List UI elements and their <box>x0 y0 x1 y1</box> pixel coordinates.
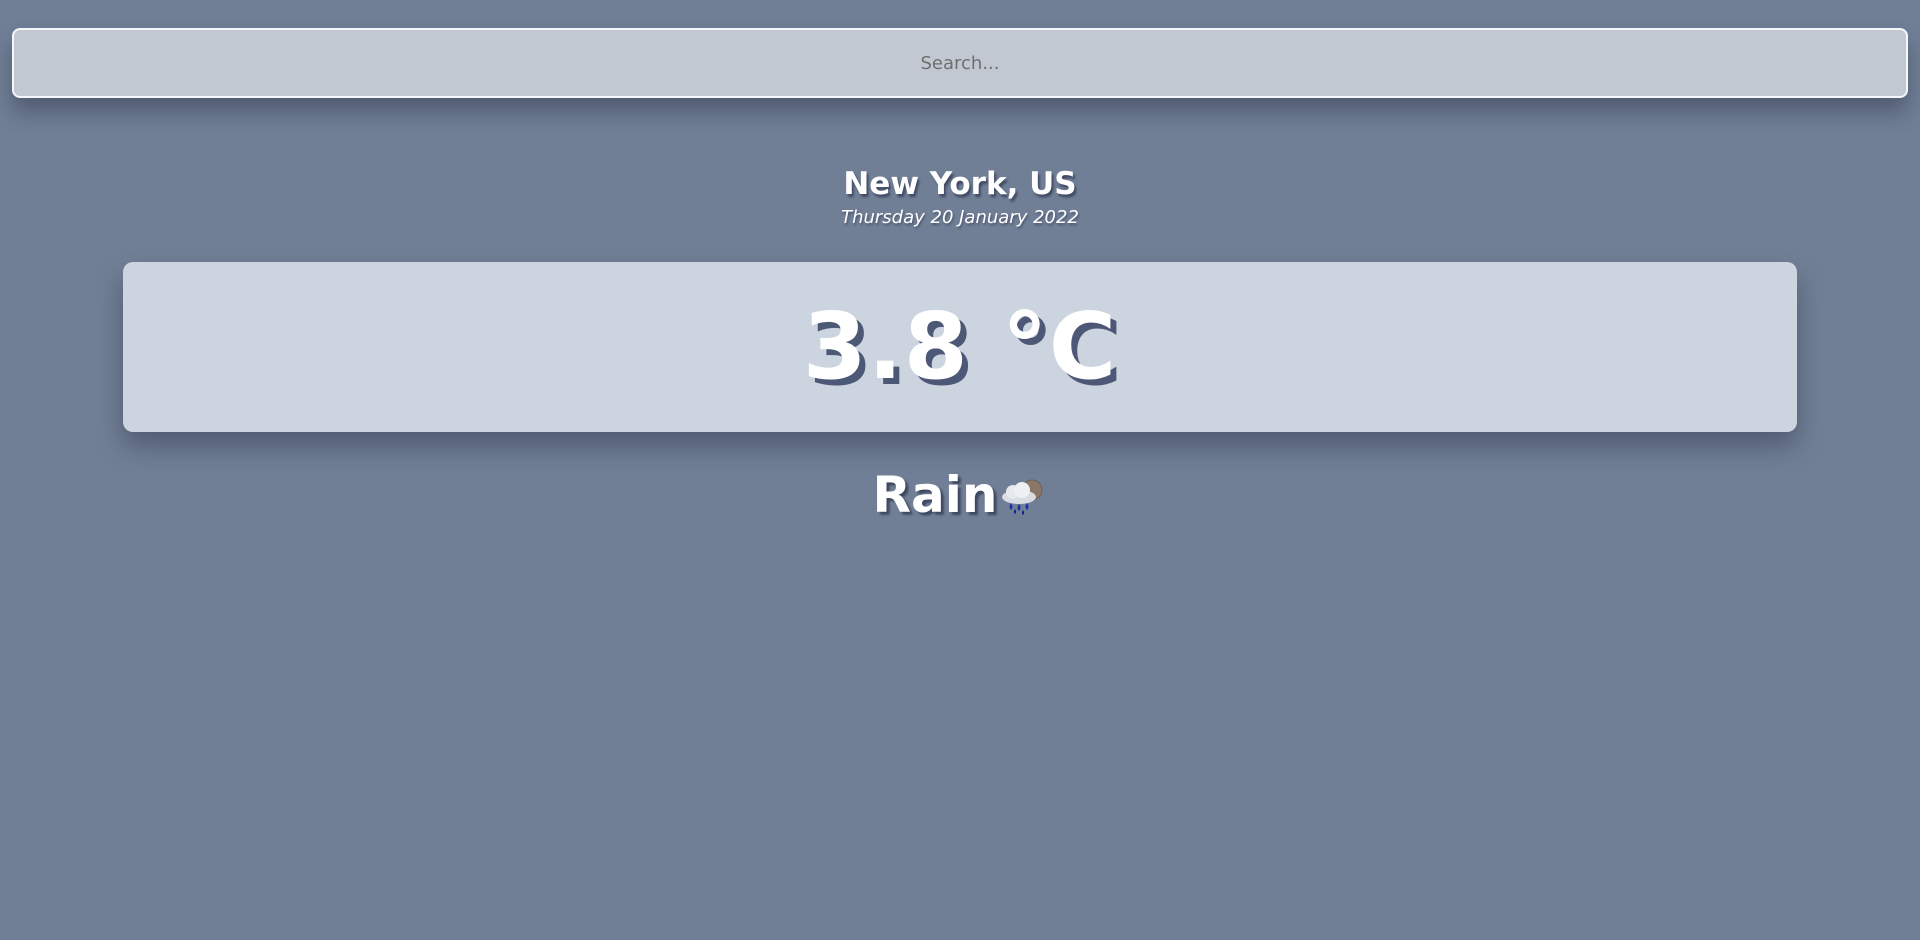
weather-description: Rain <box>872 466 998 524</box>
current-date: Thursday 20 January 2022 <box>841 207 1079 228</box>
weather-row: Rain <box>0 470 1920 520</box>
temperature-value: 3.8 °C <box>802 293 1118 400</box>
rain-cloud-icon <box>1002 479 1043 515</box>
search-input[interactable] <box>12 28 1908 98</box>
temperature-card: 3.8 °C <box>123 262 1797 432</box>
location-box: New York, US Thursday 20 January 2022 <box>0 163 1920 231</box>
search-box <box>12 28 1908 98</box>
location-name: New York, US <box>843 166 1077 202</box>
